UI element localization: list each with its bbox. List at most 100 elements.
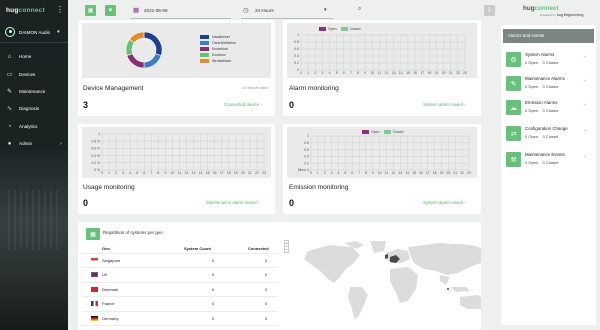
legend-item: Ecotinox	[200, 53, 236, 57]
x-tick-label: 10	[378, 171, 382, 175]
y-tick-label: 0.8 %	[91, 139, 100, 143]
sidebar: hugconnect ⋮ DAIMON Audio ▾ ⌂ Home ▭ Dev…	[0, 0, 68, 330]
alarm-item-configuration[interactable]: ⇄ Configuration Change 0 Open 0 Closed ⌄	[506, 123, 591, 147]
chevron-down-icon[interactable]: ⌄	[583, 127, 587, 133]
emission-chart-area: 1 0.8 0.6 0.4 0.2 Minor 0 0 1 2 3 4 5 6 7 8 9 10 11 12 13 14…	[287, 127, 477, 178]
table-row[interactable]: France 0 0	[82, 297, 278, 312]
pie-slice[interactable]	[126, 53, 145, 69]
x-tick-label: 2	[324, 171, 326, 175]
x-tick-label: 9	[372, 171, 374, 175]
date-field[interactable]: 2021-06-08	[144, 8, 168, 13]
sidebar-item-home[interactable]: ⌂ Home	[6, 53, 32, 60]
x-tick-label: 13	[398, 171, 402, 175]
sidebar-logo[interactable]: hugconnect	[6, 7, 45, 14]
x-tick-label: 11	[378, 71, 382, 75]
x-tick-label: 0	[300, 71, 302, 75]
flag-singapore-icon	[91, 258, 98, 263]
x-tick-label: 6	[351, 171, 353, 175]
y-tick-label: 1	[307, 134, 309, 138]
chevron-down-icon[interactable]: ⌄	[583, 101, 587, 107]
chevron-down-icon[interactable]: ▾	[324, 7, 327, 13]
x-tick-label: 1	[108, 171, 110, 175]
table-row[interactable]: UK 0 0	[82, 268, 278, 283]
y-tick-label: 0 %	[94, 168, 100, 172]
sidebar-item-analytics[interactable]: ◔ Analytics	[6, 123, 38, 130]
col-system-count: System Count	[184, 246, 211, 251]
alarm-item-maintenance[interactable]: ✎ Maintenance Alarms 0 Open 0 Closed ⌄	[506, 73, 591, 97]
table-row[interactable]: Singapore 0 0	[82, 254, 278, 269]
x-tick-label: 12	[385, 71, 389, 75]
x-tick-label: 6	[343, 71, 345, 75]
alarm-bar-chart: 10.80.60.40.200 1 2 3 4 5 6 7 8 9 10 11 12 13 14 15 16 17…	[294, 33, 467, 75]
more-options-icon[interactable]: ⋮	[56, 5, 64, 14]
x-tick-label: 1	[307, 71, 309, 75]
x-tick-label: 23	[467, 171, 471, 175]
geo-title: Repartition of systems per geo	[103, 230, 163, 235]
y-tick-label: 1	[98, 132, 100, 136]
sidebar-item-admin[interactable]: ● Admin ›	[6, 140, 62, 147]
sidebar-item-label: Home	[19, 54, 32, 59]
x-tick-label: 2	[115, 171, 117, 175]
flag-denmark-icon	[91, 286, 98, 292]
x-tick-label: 17	[220, 171, 224, 175]
x-tick-label: 4	[338, 171, 340, 175]
legend-swatch	[200, 41, 209, 45]
x-tick-label: 0	[310, 171, 312, 175]
alarm-item-emission[interactable]: ☁ Emission Alarms 0 Open 0 Closed ⌄	[506, 97, 591, 121]
sidebar-item-diagnosis[interactable]: ∿ Diagnosis	[6, 105, 39, 112]
y-tick-label: 0.6	[304, 148, 309, 152]
connected-count: 0	[265, 301, 268, 307]
chevron-down-icon: ▾	[57, 29, 60, 35]
legend-open-swatch	[362, 130, 369, 134]
range-underline	[241, 18, 333, 19]
user-menu[interactable]: DAIMON Audio ▾	[5, 27, 60, 37]
filter-button[interactable]: ▼	[105, 5, 116, 16]
maintenance-alarm-icon: ✎	[506, 76, 521, 91]
search-icon[interactable]: ⌕	[358, 6, 361, 13]
legend-label: ClearAirMarine	[212, 41, 236, 45]
system-alarm-link[interactable]: System alarm raised ›	[423, 200, 466, 205]
configuration-icon: ⇄	[506, 126, 521, 141]
download-button[interactable]: ⇩	[484, 5, 495, 16]
y-tick-label: 1	[297, 33, 299, 37]
emission-monitoring-card: 1 0.8 0.6 0.4 0.2 Minor 0 0 1 2 3 4 5 6 7 8 9 10 11 12 13 14…	[283, 124, 481, 214]
usage-count: 0	[83, 198, 89, 208]
geo-name: Singapore	[102, 258, 121, 263]
pie-slice[interactable]	[129, 31, 145, 44]
connected-count: 0	[265, 258, 268, 263]
alarm-item-maintenance-events[interactable]: ⚒ Maintenance Events 0 Open 0 Closed ⌄	[506, 149, 591, 173]
x-tick-label: 7	[350, 71, 352, 75]
chevron-right-icon: ›	[60, 140, 62, 147]
table-header: Geo System Count Connected	[82, 242, 278, 254]
x-tick-label: 19	[435, 71, 439, 75]
zoom-out-button[interactable]: −	[285, 246, 288, 252]
chevron-down-icon[interactable]: ⌄	[583, 53, 587, 59]
pie-slice[interactable]	[143, 53, 162, 69]
zoom-in-button[interactable]: +	[285, 241, 288, 246]
x-tick-label: 12	[392, 171, 396, 175]
geo-name: UK	[102, 272, 108, 278]
chevron-down-icon[interactable]: ⌄	[583, 153, 587, 159]
x-tick-label: 9	[364, 71, 366, 75]
connected-device-link[interactable]: Connected device ›	[224, 102, 262, 107]
sidebar-item-label: Analytics	[19, 124, 38, 129]
home-icon: ⌂	[7, 53, 12, 60]
x-tick-label: 13	[392, 71, 396, 75]
range-select[interactable]: 24 Hours	[255, 8, 274, 13]
x-tick-label: 21	[449, 71, 453, 75]
table-row[interactable]: Denmark 0 0	[82, 283, 278, 298]
sidebar-item-maintenance[interactable]: ✎ Maintenance	[6, 88, 45, 95]
world-map[interactable]	[290, 239, 481, 322]
sidebar-item-devices[interactable]: ▭ Devices	[6, 71, 36, 78]
x-tick-label: 7	[358, 171, 360, 175]
table-row[interactable]: Germany 0 0	[82, 312, 278, 326]
alarm-chart-area: 1 0.8 0.6 0.4 0.2 0 0 1 2 3 4 5 6 7 8 9 10 11 12 13 14 15 16 17…	[287, 23, 477, 78]
chevron-down-icon[interactable]: ⌄	[583, 77, 587, 83]
alarm-item-system[interactable]: ⚙ System Alarms 0 Open 0 Closed ⌄	[506, 49, 591, 73]
card-title: Device Management	[83, 85, 144, 92]
x-tick-label: 22	[460, 171, 464, 175]
pie-slice[interactable]	[143, 31, 163, 56]
maintenance-alarm-link[interactable]: Maintenance alarm raised ›	[206, 200, 259, 205]
export-button[interactable]: ▣	[85, 5, 96, 16]
system-alarm-link[interactable]: System alarm raised ›	[423, 102, 466, 107]
